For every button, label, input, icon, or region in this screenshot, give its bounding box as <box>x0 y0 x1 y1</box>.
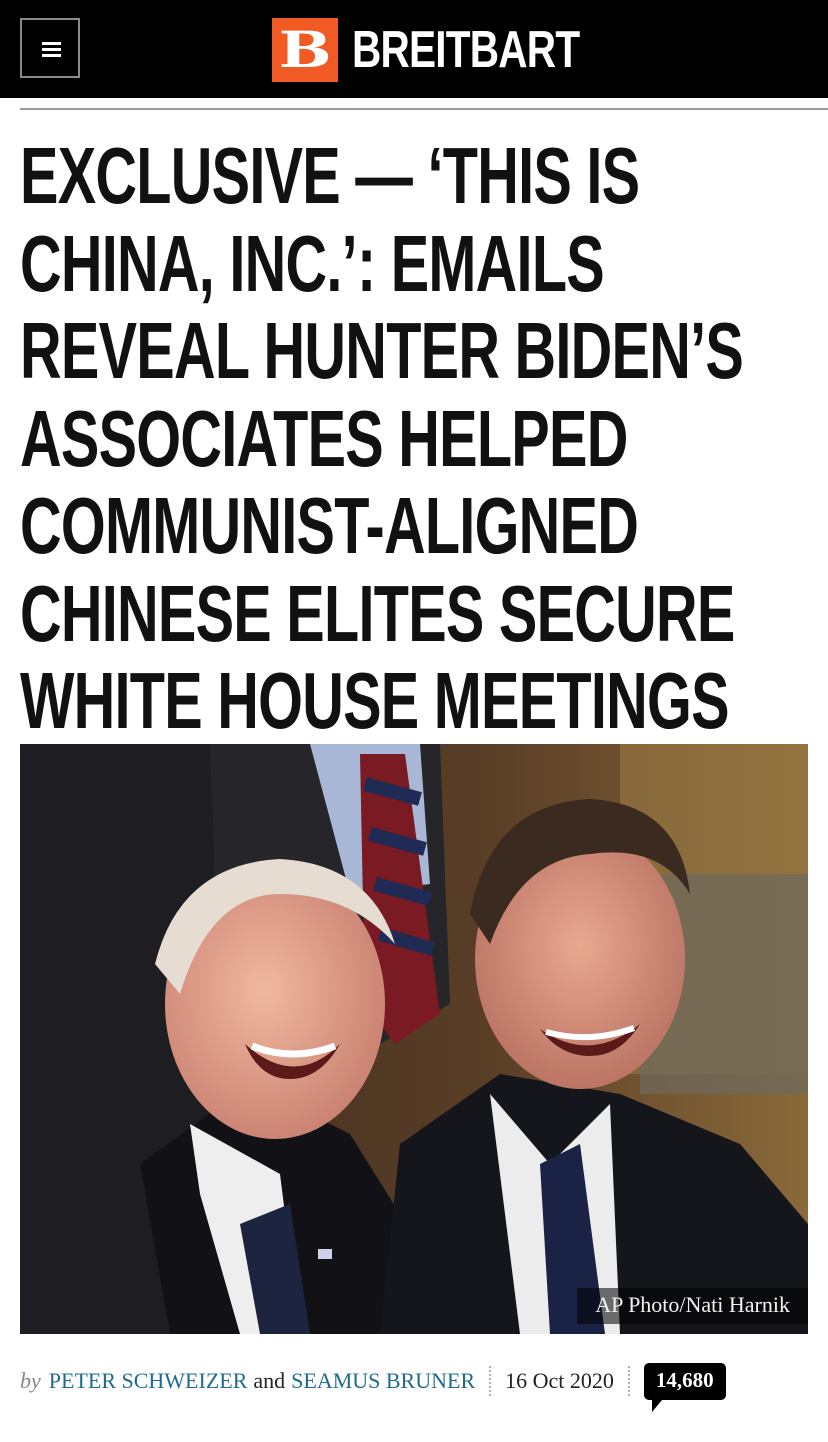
hamburger-menu-icon <box>42 42 61 45</box>
headline-line: REVEAL HUNTER BIDEN’S <box>20 306 744 395</box>
breitbart-logo-link[interactable]: B BREITBART <box>272 18 643 82</box>
byline-and-label: and <box>253 1368 286 1393</box>
headline-line: ASSOCIATES HELPED <box>20 393 628 483</box>
hamburger-menu-icon-bar <box>42 54 61 57</box>
byline-divider <box>489 1366 492 1396</box>
publish-date: 16 Oct 2020 <box>505 1368 614 1393</box>
hamburger-menu-icon-bar <box>42 48 61 51</box>
header-divider <box>20 108 828 110</box>
comment-count-badge[interactable]: 14,680 <box>643 1362 726 1412</box>
speech-bubble-tail-icon <box>651 1399 662 1412</box>
headline-line: WHITE HOUSE MEETINGS <box>20 656 730 745</box>
logo-mark-letter: B <box>278 20 332 79</box>
breitbart-logo-mark: B <box>272 18 338 82</box>
headline-line: CHINESE ELITES SECURE <box>20 568 735 658</box>
byline-by-label: by <box>20 1368 41 1393</box>
headline-line: EXCLUSIVE — ‘THIS IS <box>20 131 640 220</box>
logo-wordmark: BREITBART <box>352 21 580 79</box>
author-link-peter-schweizer[interactable]: PETER SCHWEIZER <box>49 1368 248 1394</box>
article-byline: by PETER SCHWEIZER and SEAMUS BRUNER 16 … <box>20 1362 726 1412</box>
photo-illustration <box>20 744 808 1334</box>
top-navigation-bar: B BREITBART <box>0 0 828 98</box>
headline-line: COMMUNIST-ALIGNED <box>20 481 639 570</box>
photo-caption: AP Photo/Nati Harnik <box>577 1288 808 1324</box>
hamburger-menu-button[interactable] <box>20 18 80 78</box>
headline-line: CHINA, INC.’: EMAILS <box>20 218 605 308</box>
author-link-seamus-bruner[interactable]: SEAMUS BRUNER <box>291 1368 475 1394</box>
comment-count: 14,680 <box>655 1367 714 1392</box>
article-hero-photo[interactable]: AP Photo/Nati Harnik <box>20 744 808 1334</box>
article-headline: EXCLUSIVE — ‘THIS IS CHINA, INC.’: EMAIL… <box>20 132 810 745</box>
byline-divider <box>627 1366 630 1396</box>
